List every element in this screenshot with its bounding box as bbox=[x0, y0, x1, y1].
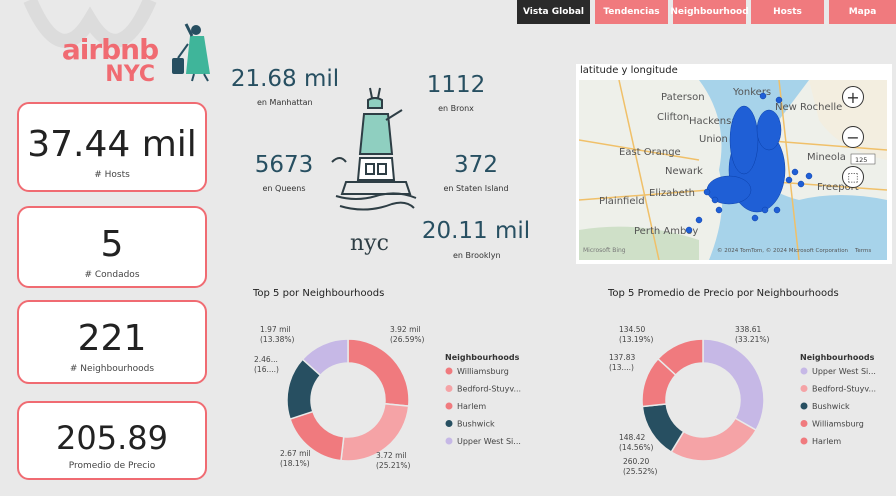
data-label-5: 1.97 mil (13.38%) bbox=[260, 325, 295, 344]
logo-airbnb: airbnb bbox=[61, 33, 159, 66]
kpi-condados-card: 5 # Condados bbox=[17, 206, 207, 288]
brooklyn-value: 20.11 mil bbox=[421, 218, 531, 244]
legend-marker-1[interactable] bbox=[445, 367, 453, 375]
legend-marker-4[interactable] bbox=[445, 420, 453, 427]
data-label-2: 3.72 mil (25.21%) bbox=[376, 451, 411, 470]
legend-marker-3[interactable] bbox=[800, 402, 808, 410]
data-label-1: 3.92 mil (26.59%) bbox=[390, 325, 425, 344]
map-label-clifton: Clifton bbox=[657, 112, 689, 123]
legend-marker-1[interactable] bbox=[800, 367, 808, 375]
legend-item-3[interactable]: Harlem bbox=[457, 402, 486, 411]
select-region-button[interactable]: ⬚ bbox=[842, 166, 864, 188]
data-label-5: 134.50 (13.19%) bbox=[619, 325, 654, 344]
tab-mapa[interactable]: Mapa bbox=[829, 0, 896, 24]
staten-island-label: en Staten Island bbox=[443, 184, 509, 193]
legend-title: Neighbourhoods bbox=[800, 353, 875, 362]
data-label-4: 2.46... (16....) bbox=[254, 355, 279, 374]
donut-chart-precio[interactable]: 338.61 (33.21%) 260.20 (25.52%) 148.42 (14.56… bbox=[595, 310, 895, 490]
donut-slice-1[interactable] bbox=[702, 338, 765, 432]
bronx-label: en Bronx bbox=[438, 104, 474, 113]
data-label-2: 260.20 (25.52%) bbox=[623, 457, 658, 476]
data-label-3: 2.67 mil (18.1%) bbox=[280, 449, 311, 468]
map-label-new-rochelle: New Rochelle bbox=[775, 102, 842, 113]
kpi-precio-label: Promedio de Precio bbox=[68, 461, 156, 471]
map-label-east-orange: East Orange bbox=[619, 147, 681, 158]
legend-title: Neighbourhoods bbox=[445, 353, 520, 362]
kpi-condados-label: # Condados bbox=[84, 270, 140, 280]
tab-hosts[interactable]: Hosts bbox=[751, 0, 824, 24]
legend-marker-2[interactable] bbox=[445, 385, 453, 392]
legend-item-3[interactable]: Bushwick bbox=[812, 402, 850, 411]
kpi-neighbourhoods-value: 221 bbox=[77, 318, 147, 359]
queens-value: 5673 bbox=[254, 152, 314, 178]
legend-item-4[interactable]: Bushwick bbox=[457, 420, 495, 429]
legend-item-4[interactable]: Williamsburg bbox=[812, 420, 864, 429]
manhattan-value: 21.68 mil bbox=[230, 66, 340, 92]
legend-item-1[interactable]: Upper West Si... bbox=[812, 367, 876, 376]
kpi-hosts-label: # Hosts bbox=[94, 170, 130, 180]
queens-label: en Queens bbox=[262, 184, 306, 193]
zoom-out-button[interactable]: − bbox=[842, 126, 864, 148]
zoom-in-button[interactable]: + bbox=[842, 86, 864, 108]
kpi-hosts-value: 37.44 mil bbox=[27, 124, 197, 165]
map-terms[interactable]: Terms bbox=[854, 248, 871, 254]
map-road-marker: 125 bbox=[855, 156, 867, 164]
data-label-3: 148.42 (14.56%) bbox=[619, 433, 654, 452]
bronx-value: 1112 bbox=[426, 72, 486, 98]
kpi-precio-card: 205.89 Promedio de Precio bbox=[17, 401, 207, 480]
chart1-title: Top 5 por Neighbourhoods bbox=[253, 288, 385, 299]
legend-marker-5[interactable] bbox=[445, 437, 453, 445]
logo-nyc: NYC bbox=[105, 62, 155, 87]
map-visual[interactable]: latitude y longitude Paterson Yonkers Cl… bbox=[576, 64, 892, 264]
map-label-mineola: Mineola bbox=[807, 152, 846, 163]
legend-item-2[interactable]: Bedford-Stuyv... bbox=[812, 385, 876, 394]
map-canvas[interactable]: Paterson Yonkers Clifton Hackensack New … bbox=[579, 80, 887, 260]
legend-item-2[interactable]: Bedford-Stuyv... bbox=[457, 385, 521, 394]
svg-text:nyc: nyc bbox=[350, 231, 389, 256]
legend-marker-4[interactable] bbox=[800, 420, 808, 427]
staten-island-value: 372 bbox=[454, 152, 498, 178]
kpi-precio-value: 205.89 bbox=[56, 419, 168, 457]
kpi-neighbourhoods-card: 221 # Neighbourhoods bbox=[17, 300, 207, 384]
chart2-title: Top 5 Promedio de Precio por Neighbourho… bbox=[608, 288, 839, 299]
brooklyn-label: en Brooklyn bbox=[453, 251, 501, 260]
legend-item-5[interactable]: Harlem bbox=[812, 437, 841, 446]
legend-marker-2[interactable] bbox=[800, 385, 808, 392]
legend-item-5[interactable]: Upper West Si... bbox=[457, 437, 521, 446]
map-provider: Microsoft Bing bbox=[583, 247, 626, 254]
traveler-icon bbox=[172, 23, 210, 82]
map-title: latitude y longitude bbox=[580, 65, 678, 76]
map-label-newark: Newark bbox=[665, 166, 703, 177]
legend-marker-5[interactable] bbox=[800, 437, 808, 445]
data-label-4: 137.83 (13....) bbox=[609, 353, 635, 372]
map-copyright: © 2024 TomTom, © 2024 Microsoft Corporat… bbox=[717, 247, 849, 254]
logo: airbnb NYC bbox=[60, 33, 160, 87]
tab-tendencias[interactable]: Tendencias bbox=[595, 0, 668, 24]
map-label-plainfield: Plainfield bbox=[599, 196, 645, 207]
legend-item-1[interactable]: Williamsburg bbox=[457, 367, 509, 376]
tab-neighbourhood[interactable]: Neighbourhood bbox=[670, 0, 749, 24]
legend-marker-3[interactable] bbox=[445, 402, 453, 410]
donut-chart-hosts[interactable]: 3.92 mil (26.59%) 3.72 mil (25.21%) 2.67 mil… bbox=[240, 310, 540, 490]
map-label-elizabeth: Elizabeth bbox=[649, 188, 695, 199]
donut-slice-2[interactable] bbox=[670, 417, 758, 462]
kpi-neighbourhoods-label: # Neighbourhoods bbox=[69, 364, 155, 374]
manhattan-label: en Manhattan bbox=[257, 98, 313, 107]
kpi-hosts-card: 37.44 mil # Hosts bbox=[17, 102, 207, 192]
map-label-paterson: Paterson bbox=[661, 92, 705, 103]
data-label-1: 338.61 (33.21%) bbox=[735, 325, 770, 344]
statue-of-liberty-icon: nyc bbox=[331, 87, 417, 256]
kpi-condados-value: 5 bbox=[100, 224, 124, 265]
tab-vista-global[interactable]: Vista Global bbox=[517, 0, 590, 24]
donut-slice-1[interactable] bbox=[347, 338, 410, 407]
